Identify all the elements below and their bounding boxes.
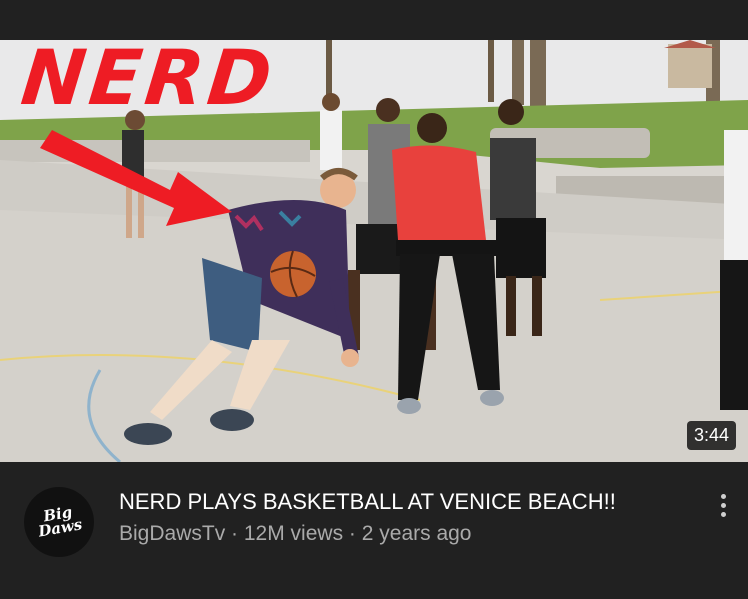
separator: · xyxy=(343,522,362,545)
more-vertical-icon[interactable] xyxy=(710,490,736,520)
thumbnail-overlay-text: NERD xyxy=(17,40,280,122)
video-subline: BigDawsTv · 12M views · 2 years ago xyxy=(119,520,679,548)
video-thumbnail[interactable]: NERD 3:44 xyxy=(0,40,748,462)
video-meta: Big Daws NERD PLAYS BASKETBALL AT VENICE… xyxy=(0,462,748,599)
menu-dot xyxy=(720,502,726,508)
upload-age: 2 years ago xyxy=(361,522,472,545)
separator: · xyxy=(225,522,244,545)
channel-name[interactable]: BigDawsTv xyxy=(119,522,225,545)
top-bar xyxy=(0,0,748,40)
channel-avatar[interactable]: Big Daws xyxy=(24,487,94,557)
menu-dot xyxy=(720,511,726,517)
view-count: 12M views xyxy=(243,522,344,545)
duration-badge: 3:44 xyxy=(686,421,736,450)
video-title[interactable]: NERD PLAYS BASKETBALL AT VENICE BEACH!! xyxy=(119,488,679,516)
menu-dot xyxy=(720,493,726,499)
avatar-logo-text: Big Daws xyxy=(24,501,94,541)
